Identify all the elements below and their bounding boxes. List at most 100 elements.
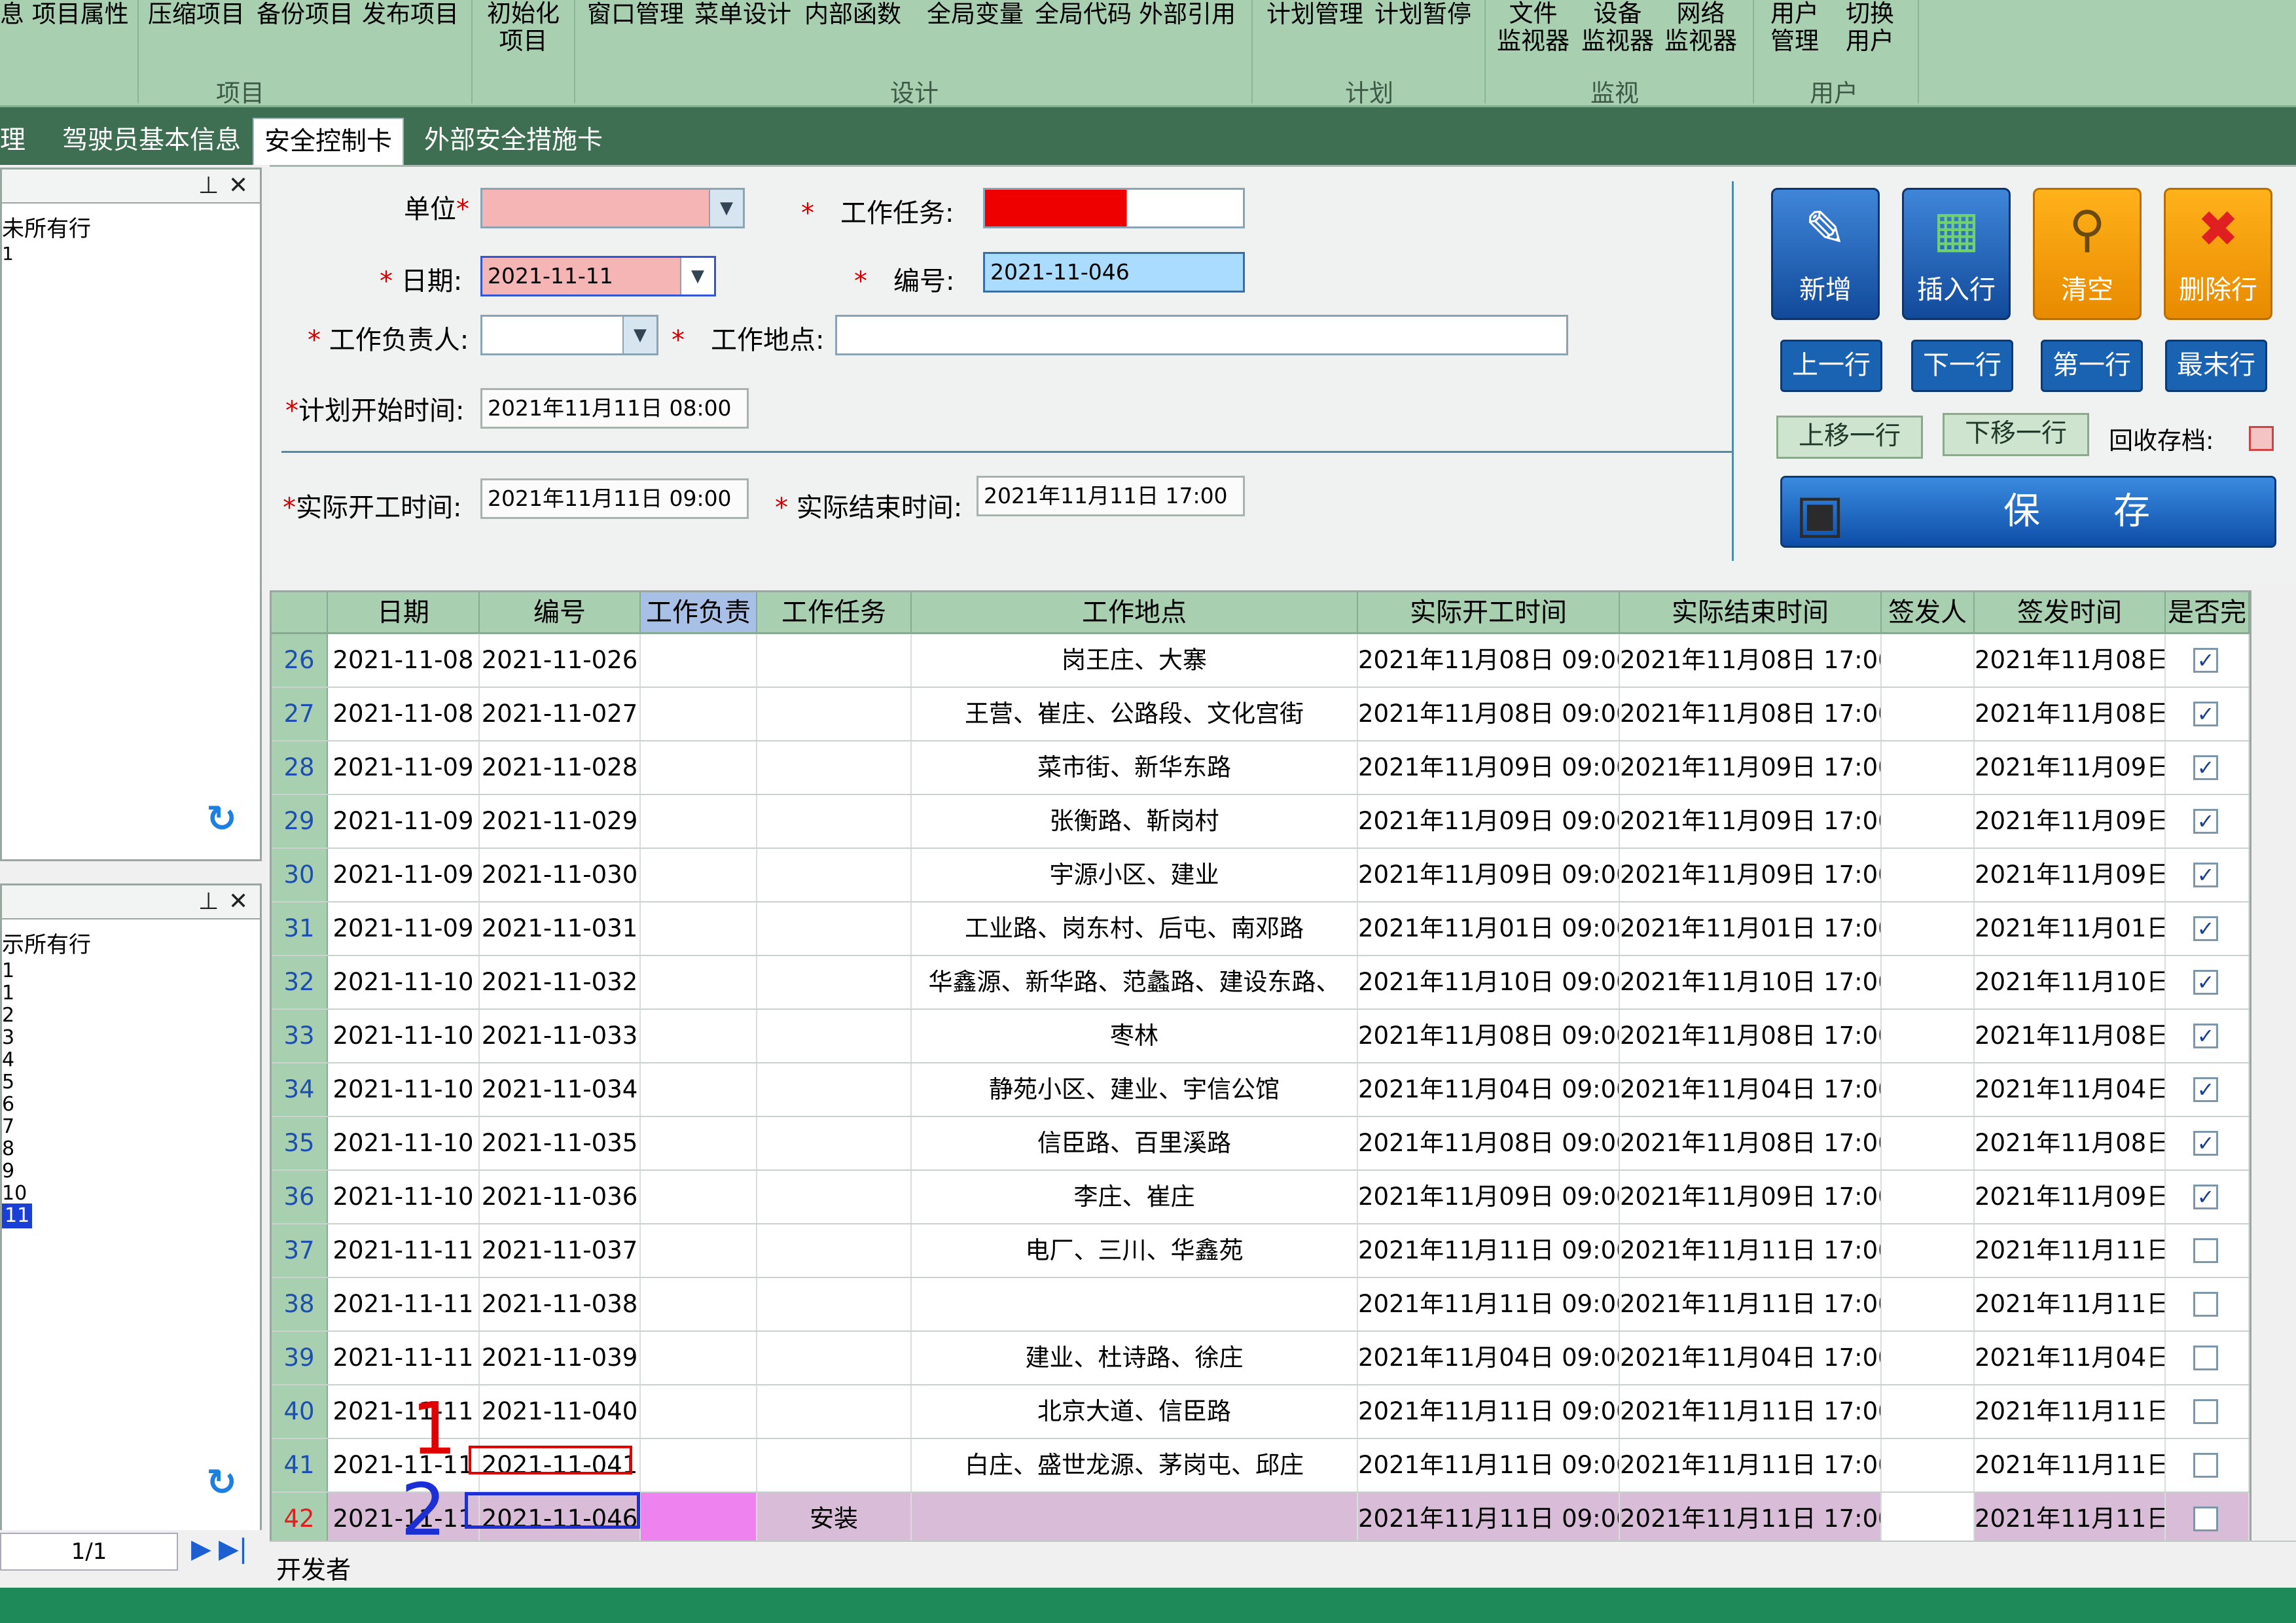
table-row[interactable]: 31 2021-11-09 2021-11-031 工业路、岗东村、后屯、南邓路 202… xyxy=(272,902,2250,956)
cell-actual-end[interactable]: 2021年11月09日 17:00 xyxy=(1620,1171,1882,1223)
cell-location[interactable]: 李庄、崔庄 xyxy=(912,1171,1358,1223)
cell-actual-end[interactable]: 2021年11月08日 17:00 xyxy=(1620,1117,1882,1169)
cell-task[interactable] xyxy=(757,1010,912,1062)
cell-actual-start[interactable]: 2021年11月04日 09:00 xyxy=(1358,1063,1620,1116)
cell-completed[interactable] xyxy=(2166,1385,2250,1438)
cell-number[interactable]: 2021-11-031 xyxy=(480,902,641,955)
completed-checkbox[interactable]: ✓ xyxy=(2193,916,2218,941)
column-header-leader[interactable]: 工作负责 xyxy=(641,592,757,634)
first-row-button[interactable]: 第一行 xyxy=(2041,340,2143,392)
cell-actual-end[interactable]: 2021年11月11日 17:00 xyxy=(1620,1439,1882,1491)
panel-row[interactable]: 1 xyxy=(2,959,14,984)
cell-issue-time[interactable]: 2021年11月08日 xyxy=(1975,688,2166,740)
ribbon-item-plan-management[interactable]: 计划管理 xyxy=(1266,0,1363,29)
panel-row-selected[interactable]: 11 xyxy=(2,1204,33,1228)
insert-row-button[interactable]: ▦ 插入行 xyxy=(1902,188,2011,320)
ribbon-item-external-references[interactable]: 外部引用 xyxy=(1139,0,1236,29)
cell-task[interactable] xyxy=(757,1439,912,1491)
table-row[interactable]: 27 2021-11-08 2021-11-027 王营、崔庄、公路段、文化宫街 202… xyxy=(272,688,2250,741)
tab-external-safety-card[interactable]: 外部安全措施卡 xyxy=(424,118,603,165)
plan-start-field[interactable]: 2021年11月11日 08:00 xyxy=(480,388,749,429)
last-page-icon[interactable]: ▶| xyxy=(219,1534,247,1564)
chevron-down-icon[interactable]: ▼ xyxy=(680,258,714,294)
cell-task[interactable] xyxy=(757,1224,912,1277)
completed-checkbox[interactable]: ✓ xyxy=(2193,702,2218,726)
cell-number[interactable]: 2021-11-033 xyxy=(480,1010,641,1062)
cell-completed[interactable] xyxy=(2166,1439,2250,1491)
completed-checkbox[interactable]: ✓ xyxy=(2193,809,2218,834)
cell-leader[interactable] xyxy=(641,902,757,955)
cell-date[interactable]: 2021-11-11 xyxy=(328,1385,480,1438)
cell-task[interactable]: 安装 xyxy=(757,1493,912,1545)
cell-actual-start[interactable]: 2021年11月11日 09:00 xyxy=(1358,1493,1620,1545)
prev-row-button[interactable]: 上一行 xyxy=(1780,340,1882,392)
completed-checkbox[interactable] xyxy=(2193,1346,2218,1370)
cell-leader[interactable] xyxy=(641,849,757,901)
chevron-down-icon[interactable]: ▼ xyxy=(622,317,656,353)
cell-issue-time[interactable]: 2021年11月09日 xyxy=(1975,741,2166,794)
ribbon-item-plan-pause[interactable]: 计划暂停 xyxy=(1374,0,1471,29)
row-number[interactable]: 29 xyxy=(272,795,328,847)
panel-row[interactable]: 7 xyxy=(2,1115,14,1139)
column-header-issuer[interactable]: 签发人 xyxy=(1882,592,1975,634)
column-header-location[interactable]: 工作地点 xyxy=(912,592,1358,634)
cell-issuer[interactable] xyxy=(1882,1063,1975,1116)
cell-number[interactable]: 2021-11-028 xyxy=(480,741,641,794)
table-row[interactable]: 36 2021-11-10 2021-11-036 李庄、崔庄 2021年11月09日 … xyxy=(272,1171,2250,1224)
panel-row[interactable]: 示所有行 xyxy=(2,933,91,957)
column-header-number[interactable]: 编号 xyxy=(480,592,641,634)
cell-task[interactable] xyxy=(757,1063,912,1116)
cell-completed[interactable]: ✓ xyxy=(2166,902,2250,955)
cell-date[interactable]: 2021-11-08 xyxy=(328,634,480,687)
row-number[interactable]: 38 xyxy=(272,1278,328,1330)
close-icon[interactable]: ✕ xyxy=(228,888,248,915)
cell-leader[interactable] xyxy=(641,1493,757,1545)
cell-location[interactable] xyxy=(912,1278,1358,1330)
cell-number[interactable]: 2021-11-035 xyxy=(480,1117,641,1169)
cell-actual-end[interactable]: 2021年11月08日 17:00 xyxy=(1620,634,1882,687)
clear-button[interactable]: ⚲ 清空 xyxy=(2033,188,2142,320)
cell-issuer[interactable] xyxy=(1882,1493,1975,1545)
table-row[interactable]: 37 2021-11-11 2021-11-037 电厂、三川、华鑫苑 2021年11月… xyxy=(272,1224,2250,1278)
pin-icon[interactable]: ⊥ xyxy=(198,888,219,915)
cell-completed[interactable] xyxy=(2166,1332,2250,1384)
cell-location[interactable]: 白庄、盛世龙源、茅岗屯、邱庄 xyxy=(912,1439,1358,1491)
cell-issue-time[interactable]: 2021年11月11日 xyxy=(1975,1439,2166,1491)
cell-task[interactable] xyxy=(757,1117,912,1169)
cell-task[interactable] xyxy=(757,1385,912,1438)
cell-completed[interactable]: ✓ xyxy=(2166,1117,2250,1169)
cell-issue-time[interactable]: 2021年11月04日 xyxy=(1975,1332,2166,1384)
cell-location[interactable]: 华鑫源、新华路、范蠡路、建设东路、 xyxy=(912,956,1358,1008)
cell-issuer[interactable] xyxy=(1882,1224,1975,1277)
cell-issue-time[interactable]: 2021年11月11日 xyxy=(1975,1278,2166,1330)
row-number[interactable]: 37 xyxy=(272,1224,328,1277)
cell-date[interactable]: 2021-11-09 xyxy=(328,741,480,794)
cell-number[interactable]: 2021-11-034 xyxy=(480,1063,641,1116)
cell-leader[interactable] xyxy=(641,634,757,687)
cell-location[interactable]: 电厂、三川、华鑫苑 xyxy=(912,1224,1358,1277)
completed-checkbox[interactable]: ✓ xyxy=(2193,1077,2218,1102)
completed-checkbox[interactable] xyxy=(2193,1453,2218,1478)
cell-issuer[interactable] xyxy=(1882,795,1975,847)
cell-issuer[interactable] xyxy=(1882,849,1975,901)
cell-issuer[interactable] xyxy=(1882,1117,1975,1169)
cell-task[interactable] xyxy=(757,741,912,794)
cell-issuer[interactable] xyxy=(1882,1385,1975,1438)
panel-row[interactable]: 未所有行 xyxy=(2,217,91,241)
panel-row[interactable]: 3 xyxy=(2,1026,14,1050)
cell-issuer[interactable] xyxy=(1882,741,1975,794)
cell-leader[interactable] xyxy=(641,1278,757,1330)
table-row[interactable]: 33 2021-11-10 2021-11-033 枣林 2021年11月08日 09:… xyxy=(272,1010,2250,1063)
number-field[interactable]: 2021-11-046 xyxy=(983,252,1245,293)
panel-row[interactable]: 8 xyxy=(2,1137,14,1162)
cell-issue-time[interactable]: 2021年11月11日 xyxy=(1975,1493,2166,1545)
panel-row[interactable]: 1 xyxy=(2,981,14,1006)
next-row-button[interactable]: 下一行 xyxy=(1911,340,2013,392)
panel-row[interactable]: 2 xyxy=(2,1003,14,1028)
refresh-icon[interactable]: ↻ xyxy=(206,798,237,840)
cell-actual-start[interactable]: 2021年11月10日 09:00 xyxy=(1358,956,1620,1008)
cell-leader[interactable] xyxy=(641,1010,757,1062)
cell-issue-time[interactable]: 2021年11月11日 xyxy=(1975,1224,2166,1277)
cell-issuer[interactable] xyxy=(1882,902,1975,955)
last-row-button[interactable]: 最末行 xyxy=(2165,340,2267,392)
